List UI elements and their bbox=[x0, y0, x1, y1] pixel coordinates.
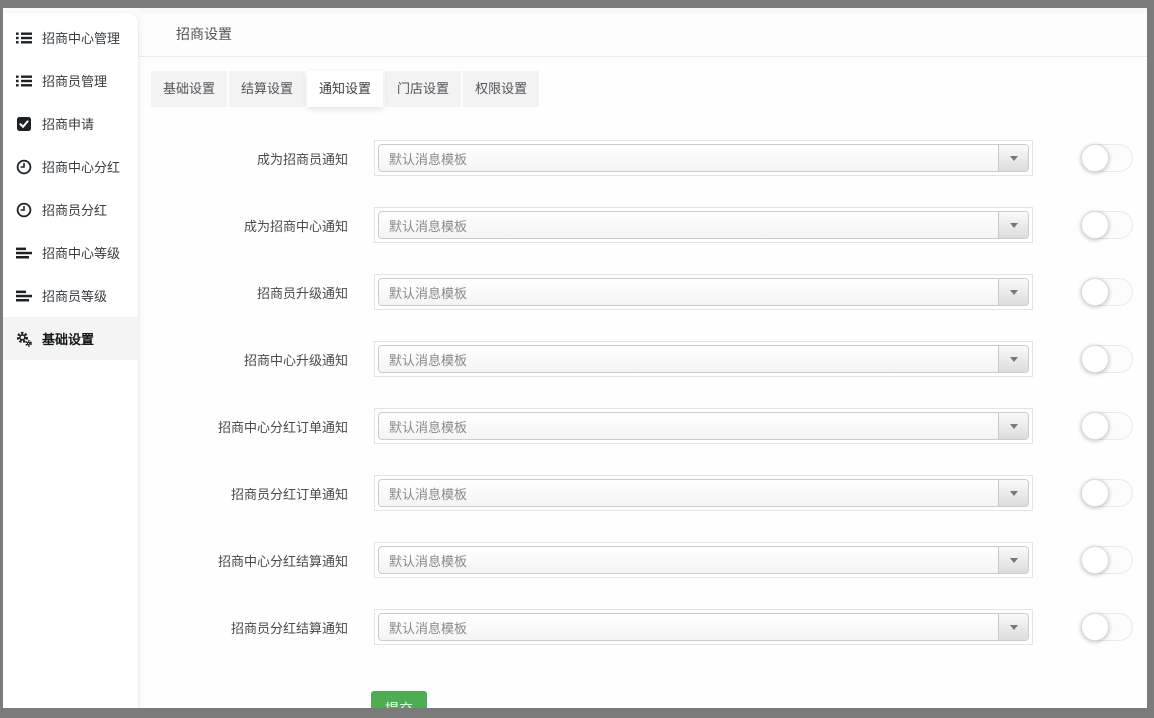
toggle-switch[interactable] bbox=[1081, 546, 1133, 574]
toggle-switch[interactable] bbox=[1081, 278, 1133, 306]
main-content: 招商设置 基础设置结算设置通知设置门店设置权限设置 成为招商员通知 默认消息模板… bbox=[139, 8, 1147, 708]
toggle-switch[interactable] bbox=[1081, 345, 1133, 373]
template-select[interactable]: 默认消息模板 bbox=[374, 140, 1033, 176]
select-value: 默认消息模板 bbox=[379, 216, 998, 235]
submit-button[interactable]: 提交 bbox=[371, 691, 427, 708]
sidebar-item-label: 招商中心等级 bbox=[42, 243, 120, 262]
align-left-icon bbox=[16, 288, 32, 304]
template-select[interactable]: 默认消息模板 bbox=[374, 408, 1033, 444]
template-select[interactable]: 默认消息模板 bbox=[374, 542, 1033, 578]
form-row: 招商员升级通知 默认消息模板 bbox=[139, 274, 1147, 310]
clock-icon bbox=[16, 202, 32, 218]
field-label: 招商员分红订单通知 bbox=[139, 484, 374, 503]
list-icon bbox=[16, 73, 32, 89]
toggle-switch[interactable] bbox=[1081, 211, 1133, 239]
toggle-knob bbox=[1081, 144, 1109, 172]
page-title: 招商设置 bbox=[176, 26, 232, 42]
sidebar-item-3[interactable]: 招商申请 bbox=[3, 102, 138, 145]
toggle-knob bbox=[1081, 613, 1109, 641]
form-row: 成为招商员通知 默认消息模板 bbox=[139, 140, 1147, 176]
toggle-knob bbox=[1081, 278, 1109, 306]
chevron-down-icon[interactable] bbox=[998, 413, 1028, 439]
chevron-down-icon[interactable] bbox=[998, 480, 1028, 506]
select-value: 默认消息模板 bbox=[379, 350, 998, 369]
sidebar-item-5[interactable]: 招商员分红 bbox=[3, 188, 138, 231]
field-label: 招商中心升级通知 bbox=[139, 350, 374, 369]
toggle-knob bbox=[1081, 412, 1109, 440]
check-square-icon bbox=[16, 116, 32, 132]
toggle-switch[interactable] bbox=[1081, 412, 1133, 440]
field-label: 招商中心分红订单通知 bbox=[139, 417, 374, 436]
sidebar-item-8[interactable]: 基础设置 bbox=[3, 317, 138, 360]
sidebar-item-label: 招商员等级 bbox=[42, 286, 107, 305]
breadcrumb: 招商设置 bbox=[139, 13, 1147, 57]
form-row: 招商中心升级通知 默认消息模板 bbox=[139, 341, 1147, 377]
sidebar-item-6[interactable]: 招商中心等级 bbox=[3, 231, 138, 274]
toggle-knob bbox=[1081, 546, 1109, 574]
clock-icon bbox=[16, 159, 32, 175]
chevron-down-icon[interactable] bbox=[998, 346, 1028, 372]
sidebar-item-label: 招商中心管理 bbox=[42, 28, 120, 47]
tab-4[interactable]: 门店设置 bbox=[385, 71, 461, 107]
chevron-down-icon[interactable] bbox=[998, 145, 1028, 171]
template-select[interactable]: 默认消息模板 bbox=[374, 274, 1033, 310]
settings-form: 成为招商员通知 默认消息模板 成为招商中心通知 默认消息模板 招商员升级通知 默… bbox=[139, 140, 1147, 645]
select-value: 默认消息模板 bbox=[379, 551, 998, 570]
toggle-switch[interactable] bbox=[1081, 144, 1133, 172]
toggle-knob bbox=[1081, 211, 1109, 239]
window-frame: 招商中心管理 招商员管理 招商申请 招商中心分红 招商员分红 招商中心等级 招商… bbox=[3, 8, 1147, 708]
select-value: 默认消息模板 bbox=[379, 283, 998, 302]
form-row: 招商中心分红订单通知 默认消息模板 bbox=[139, 408, 1147, 444]
select-value: 默认消息模板 bbox=[379, 149, 998, 168]
sidebar-item-label: 招商申请 bbox=[42, 114, 94, 133]
tab-5[interactable]: 权限设置 bbox=[463, 71, 539, 107]
select-value: 默认消息模板 bbox=[379, 417, 998, 436]
form-row: 招商员分红订单通知 默认消息模板 bbox=[139, 475, 1147, 511]
toggle-knob bbox=[1081, 345, 1109, 373]
sidebar-item-1[interactable]: 招商中心管理 bbox=[3, 16, 138, 59]
select-value: 默认消息模板 bbox=[379, 484, 998, 503]
field-label: 成为招商中心通知 bbox=[139, 216, 374, 235]
chevron-down-icon[interactable] bbox=[998, 279, 1028, 305]
align-left-icon bbox=[16, 245, 32, 261]
list-icon bbox=[16, 30, 32, 46]
template-select[interactable]: 默认消息模板 bbox=[374, 207, 1033, 243]
sidebar-item-4[interactable]: 招商中心分红 bbox=[3, 145, 138, 188]
select-value: 默认消息模板 bbox=[379, 618, 998, 637]
field-label: 招商员分红结算通知 bbox=[139, 618, 374, 637]
field-label: 招商员升级通知 bbox=[139, 283, 374, 302]
form-row: 招商员分红结算通知 默认消息模板 bbox=[139, 609, 1147, 645]
sidebar-item-label: 招商员管理 bbox=[42, 71, 107, 90]
field-label: 招商中心分红结算通知 bbox=[139, 551, 374, 570]
sidebar-item-2[interactable]: 招商员管理 bbox=[3, 59, 138, 102]
form-row: 招商中心分红结算通知 默认消息模板 bbox=[139, 542, 1147, 578]
chevron-down-icon[interactable] bbox=[998, 614, 1028, 640]
sidebar-menu: 招商中心管理 招商员管理 招商申请 招商中心分红 招商员分红 招商中心等级 招商… bbox=[3, 13, 138, 360]
toggle-switch[interactable] bbox=[1081, 613, 1133, 641]
sidebar-item-label: 招商员分红 bbox=[42, 200, 107, 219]
sidebar: 招商中心管理 招商员管理 招商申请 招商中心分红 招商员分红 招商中心等级 招商… bbox=[3, 13, 139, 708]
toggle-switch[interactable] bbox=[1081, 479, 1133, 507]
tab-bar: 基础设置结算设置通知设置门店设置权限设置 bbox=[151, 71, 1147, 107]
template-select[interactable]: 默认消息模板 bbox=[374, 609, 1033, 645]
form-row: 成为招商中心通知 默认消息模板 bbox=[139, 207, 1147, 243]
tab-1[interactable]: 基础设置 bbox=[151, 71, 227, 107]
sidebar-item-label: 招商中心分红 bbox=[42, 157, 120, 176]
template-select[interactable]: 默认消息模板 bbox=[374, 475, 1033, 511]
chevron-down-icon[interactable] bbox=[998, 547, 1028, 573]
field-label: 成为招商员通知 bbox=[139, 149, 374, 168]
chevron-down-icon[interactable] bbox=[998, 212, 1028, 238]
template-select[interactable]: 默认消息模板 bbox=[374, 341, 1033, 377]
sidebar-item-label: 基础设置 bbox=[42, 329, 94, 348]
toggle-knob bbox=[1081, 479, 1109, 507]
tab-3[interactable]: 通知设置 bbox=[307, 71, 383, 107]
tab-2[interactable]: 结算设置 bbox=[229, 71, 305, 107]
sidebar-item-7[interactable]: 招商员等级 bbox=[3, 274, 138, 317]
cogs-icon bbox=[16, 331, 32, 347]
